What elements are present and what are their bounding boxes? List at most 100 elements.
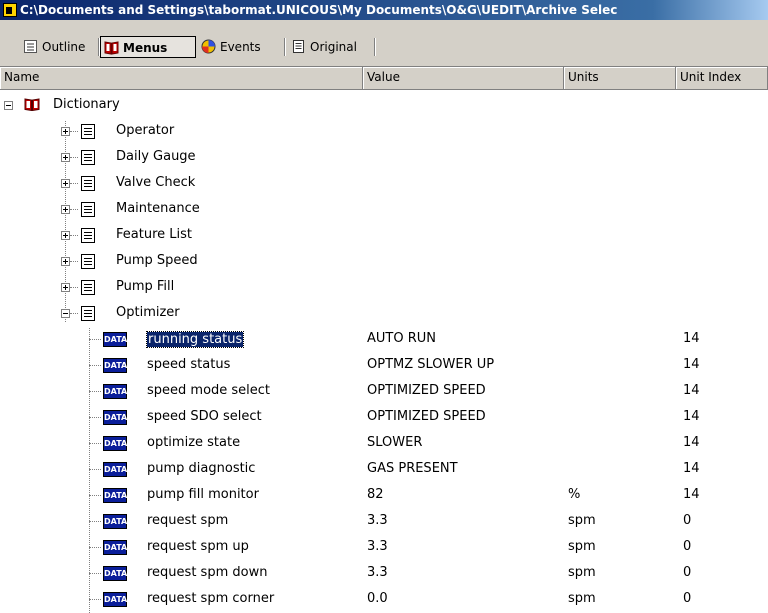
data-row-name: pump fill monitor [147,487,259,502]
data-row-unit-index: 0 [683,513,692,528]
data-row-units: spm [568,591,596,606]
data-row[interactable]: DATA pump fill monitor 82% 14 [0,482,768,508]
app-icon [3,3,17,17]
table-grid-icon [81,202,95,217]
data-row-value: AUTO RUN [367,331,436,346]
data-row[interactable]: DATA optimize state SLOWER 14 [0,430,768,456]
menus-label: Menus [123,41,168,55]
data-field-icon: DATA [103,514,127,529]
tree-node-group[interactable]: Valve Check [0,170,768,196]
events-label: Events [220,40,261,54]
table-grid-icon [81,124,95,139]
tree-node-label: Maintenance [116,201,200,216]
data-row[interactable]: DATA running status AUTO RUN 14 [0,326,768,352]
data-row[interactable]: DATA request spm down 3.3 spm 0 [0,560,768,586]
tree-guide-line [70,209,78,210]
tree-guide-line [89,469,101,470]
data-field-icon: DATA [103,358,127,373]
expand-toggle[interactable] [61,231,70,240]
tree-guide-line [70,261,78,262]
data-row-value: SLOWER [367,435,423,450]
data-row[interactable]: DATA pump diagnostic GAS PRESENT 14 [0,456,768,482]
original-doc-icon [293,40,304,53]
original-button[interactable]: Original [288,36,372,58]
title-bar: C:\Documents and Settings\tabormat.UNICO… [0,0,768,20]
column-header-name[interactable]: Name [0,67,363,90]
data-field-icon: DATA [103,462,127,477]
expand-toggle[interactable] [61,283,70,292]
table-grid-icon [81,228,95,243]
tree-guide-line [89,443,101,444]
data-row-name: request spm [147,513,229,528]
tree-node-group[interactable]: Daily Gauge [0,144,768,170]
menus-book-icon [104,41,119,55]
tree-node-group[interactable]: Pump Fill [0,274,768,300]
collapse-toggle[interactable] [4,101,13,110]
expand-toggle[interactable] [61,179,70,188]
data-row-unit-index: 14 [683,487,700,502]
data-row[interactable]: DATA request spm corner 0.0 spm 0 [0,586,768,612]
expand-toggle[interactable] [61,205,70,214]
tree-guide-line [89,547,101,548]
tree-guide-line [89,365,101,366]
data-row[interactable]: DATA request spm 3.3 spm 0 [0,508,768,534]
tree-guide-line [89,495,101,496]
window-title: C:\Documents and Settings\tabormat.UNICO… [20,3,618,17]
data-row-unit-index: 0 [683,565,692,580]
data-row-name: speed status [147,357,231,372]
column-header: Name Value Units Unit Index [0,66,768,90]
tree-guide-line [89,599,101,600]
tree-node-group[interactable]: Maintenance [0,196,768,222]
tree-guide-line [89,417,101,418]
tree-node-label: Dictionary [53,97,120,112]
tree-node-group[interactable]: Feature List [0,222,768,248]
expand-toggle[interactable] [61,257,70,266]
tree-guide-line [89,573,101,574]
outline-button[interactable]: Outline [20,36,96,58]
data-row-unit-index: 14 [683,357,700,372]
data-row-unit-index: 14 [683,461,700,476]
data-row[interactable]: DATA speed SDO select OPTIMIZED SPEED 14 [0,404,768,430]
events-button[interactable]: Events [198,36,282,58]
data-row-value: OPTIMIZED SPEED [367,409,486,424]
data-row-name: request spm corner [147,591,275,606]
original-label: Original [310,40,357,54]
data-field-icon: DATA [103,384,127,399]
menus-button[interactable]: Menus [100,36,196,58]
data-row-value: OPTIMIZED SPEED [367,383,486,398]
data-row[interactable]: DATA request spm up 3.3 spm 0 [0,534,768,560]
data-field-icon: DATA [103,332,127,347]
tree-node-label: Operator [116,123,175,138]
data-row-name: speed SDO select [147,409,262,424]
tree-guide-line [89,391,101,392]
tree-guide-line [70,183,78,184]
column-header-unit-index[interactable]: Unit Index [676,67,768,90]
expand-toggle[interactable] [61,127,70,136]
expand-toggle[interactable] [61,153,70,162]
tree-node-label: Pump Speed [116,253,198,268]
tree-node-group[interactable]: Pump Speed [0,248,768,274]
data-row[interactable]: DATA speed mode select OPTIMIZED SPEED 14 [0,378,768,404]
data-field-icon: DATA [103,592,127,607]
data-field-icon: DATA [103,488,127,503]
data-row-name: pump diagnostic [147,461,256,476]
collapse-toggle[interactable] [61,309,70,318]
data-row-value: 0.0 [367,591,388,606]
data-row-value: GAS PRESENT [367,461,458,476]
tree-node-group[interactable]: Optimizer [0,300,768,326]
column-header-units[interactable]: Units [564,67,676,90]
table-grid-icon [81,280,95,295]
data-row-name: request spm down [147,565,268,580]
data-row[interactable]: DATA speed status OPTMZ SLOWER UP 14 [0,352,768,378]
tree-guide-line [89,339,101,340]
table-grid-icon [81,176,95,191]
tree-guide-line [70,157,78,158]
data-row-value: OPTMZ SLOWER UP [367,357,495,372]
data-row-unit-index: 14 [683,331,700,346]
data-row-units: spm [568,539,596,554]
tree-node-group[interactable]: Operator [0,118,768,144]
outline-label: Outline [42,40,86,54]
data-row-name: speed mode select [147,383,271,398]
column-header-value[interactable]: Value [363,67,564,90]
tree-node-dictionary[interactable]: Dictionary [0,92,768,118]
